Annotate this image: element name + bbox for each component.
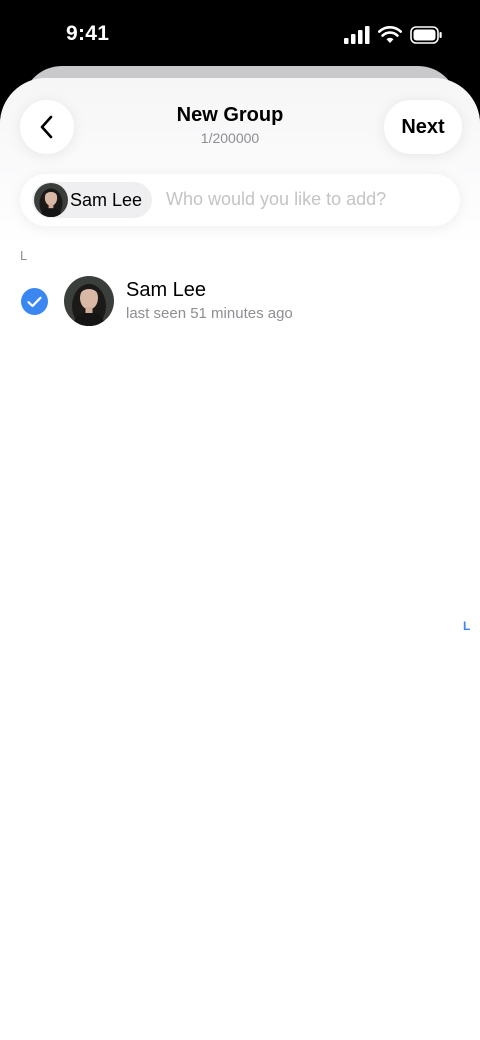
title-group: New Group 1/200000 <box>120 104 340 146</box>
avatar <box>64 276 114 326</box>
new-group-sheet: New Group 1/200000 Next Sam Lee Who woul… <box>0 78 480 1040</box>
page-title: New Group <box>176 104 284 126</box>
cellular-signal-icon <box>344 26 370 44</box>
selected-checkbox[interactable] <box>21 288 48 315</box>
status-time: 9:41 <box>66 22 110 45</box>
checkmark-icon <box>27 296 42 307</box>
search-input[interactable]: Who would you like to add? <box>166 189 386 210</box>
member-count: 1/200000 <box>200 130 260 146</box>
avatar <box>34 183 68 217</box>
alphabet-index-letter[interactable]: L <box>463 619 470 633</box>
wifi-icon <box>378 26 402 43</box>
chevron-left-icon <box>40 115 53 139</box>
status-bar: 9:41 <box>0 0 480 70</box>
contact-row[interactable]: Sam Lee last seen 51 minutes ago <box>0 274 480 334</box>
selected-member-chip[interactable]: Sam Lee <box>32 182 152 218</box>
chip-label: Sam Lee <box>70 189 143 210</box>
back-button[interactable] <box>20 100 74 154</box>
section-header: L <box>20 248 28 263</box>
next-button[interactable]: Next <box>384 100 462 154</box>
status-icons <box>344 26 442 44</box>
member-search-bar[interactable]: Sam Lee Who would you like to add? <box>20 174 460 226</box>
contact-last-seen: last seen 51 minutes ago <box>126 305 293 322</box>
battery-icon <box>410 26 442 44</box>
contact-name: Sam Lee <box>126 279 207 301</box>
